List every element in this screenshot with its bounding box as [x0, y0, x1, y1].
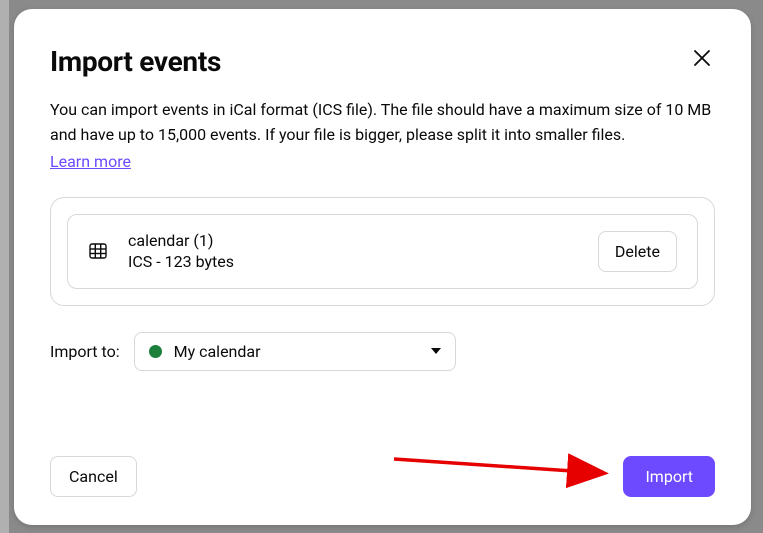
calendar-select[interactable]: My calendar [134, 332, 456, 371]
file-name: calendar (1) [128, 231, 578, 250]
modal-title: Import events [50, 45, 221, 78]
file-info: calendar (1) ICS - 123 bytes [128, 231, 578, 271]
close-icon [693, 49, 711, 70]
learn-more-link[interactable]: Learn more [50, 152, 715, 171]
calendar-color-dot [149, 345, 162, 358]
calendar-selected-name: My calendar [174, 342, 419, 361]
file-meta: ICS - 123 bytes [128, 252, 578, 271]
import-to-label: Import to: [50, 342, 120, 361]
cancel-button[interactable]: Cancel [50, 456, 137, 497]
file-drop-area: calendar (1) ICS - 123 bytes Delete [50, 197, 715, 306]
delete-file-button[interactable]: Delete [598, 231, 677, 272]
modal-header: Import events [50, 45, 715, 78]
modal-description: You can import events in iCal format (IC… [50, 98, 715, 148]
import-to-row: Import to: My calendar [50, 332, 715, 371]
import-events-modal: Import events You can import events in i… [14, 9, 751, 525]
modal-footer: Cancel Import [50, 456, 715, 497]
import-button[interactable]: Import [623, 456, 715, 497]
chevron-down-icon [431, 348, 441, 354]
close-button[interactable] [689, 45, 715, 74]
calendar-grid-icon [88, 241, 108, 261]
file-card: calendar (1) ICS - 123 bytes Delete [67, 214, 698, 289]
